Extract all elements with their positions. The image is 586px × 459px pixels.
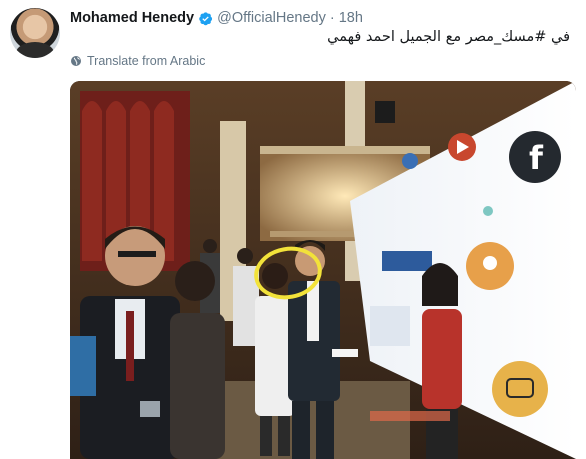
timestamp[interactable]: 18h xyxy=(339,10,363,26)
avatar[interactable] xyxy=(10,8,60,58)
svg-text:f: f xyxy=(529,139,544,177)
chat-bubble-icon xyxy=(492,361,548,417)
verified-badge-icon xyxy=(198,11,213,26)
display-name[interactable]: Mohamed Henedy xyxy=(70,10,194,26)
user-handle[interactable]: @OfficialHenedy xyxy=(217,10,326,26)
globe-icon xyxy=(71,56,81,66)
translate-link[interactable]: Translate from Arabic xyxy=(70,54,205,68)
tweet-photo[interactable]: f xyxy=(70,81,576,459)
separator-dot: · xyxy=(329,10,335,26)
tweet-header: Mohamed Henedy @OfficialHenedy · 18h xyxy=(70,8,363,28)
tweet-text: في #مسك_مصر مع الجميل احمد فهمي xyxy=(327,29,570,45)
tweet-card: Mohamed Henedy @OfficialHenedy · 18h في … xyxy=(0,0,586,459)
translate-label: Translate from Arabic xyxy=(87,54,206,68)
